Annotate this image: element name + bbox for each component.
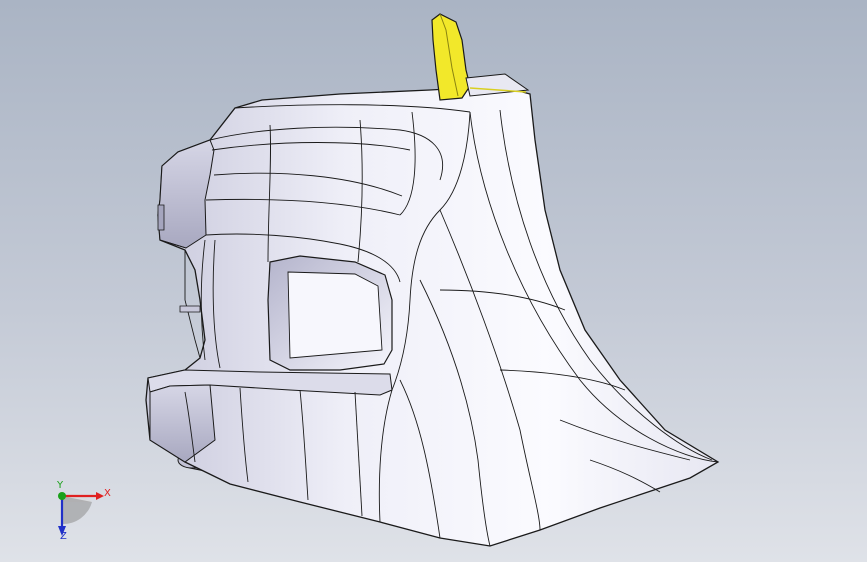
- y-axis-label: Y: [57, 480, 64, 491]
- side-pin: [179, 305, 201, 313]
- upper-left-block: [157, 139, 215, 249]
- side-slot: [157, 204, 165, 231]
- x-axis-label: X: [104, 488, 111, 499]
- orientation-triad[interactable]: X Y Z: [48, 480, 118, 544]
- pocket-inner-face: [287, 271, 383, 359]
- graphics-viewport[interactable]: X Y Z: [0, 0, 867, 562]
- z-axis-label: Z: [60, 531, 67, 542]
- y-axis-icon: [58, 492, 66, 500]
- cad-model-part[interactable]: [0, 0, 867, 562]
- selected-tab[interactable]: [431, 13, 471, 101]
